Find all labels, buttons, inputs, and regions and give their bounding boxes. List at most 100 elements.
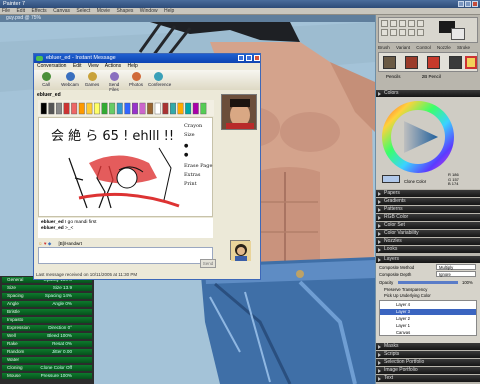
menu-shapes[interactable]: Shapes bbox=[116, 8, 133, 14]
minimize-icon[interactable] bbox=[458, 1, 464, 7]
current-color-swatch[interactable] bbox=[382, 175, 400, 183]
wink-icon[interactable]: ♥ bbox=[44, 241, 47, 246]
brush-control-row[interactable]: Expression Direction 0° bbox=[2, 325, 92, 331]
papers-palette-title[interactable]: Papers bbox=[376, 190, 480, 197]
brush-tool-icon[interactable] bbox=[381, 20, 388, 27]
contact-display-picture[interactable] bbox=[221, 94, 257, 130]
nudge-icon[interactable]: ◆ bbox=[48, 241, 51, 246]
crayon-swatch[interactable] bbox=[56, 102, 62, 115]
send-button[interactable]: Send bbox=[200, 259, 216, 268]
tab-nozzle[interactable]: Nozzle bbox=[437, 45, 451, 50]
brush-control-row[interactable]: Cloning Clone Color Off bbox=[2, 365, 92, 371]
crayon-swatch[interactable] bbox=[40, 102, 47, 115]
crayon-swatch[interactable] bbox=[169, 102, 176, 115]
preserve-transparency-checkbox[interactable]: Preserve Transparency bbox=[384, 287, 427, 292]
image-portfolio-palette-title[interactable]: Image Portfolio bbox=[376, 367, 480, 374]
hand-tool-icon[interactable] bbox=[408, 29, 415, 36]
pick-up-color-checkbox[interactable]: Pick Up Underlying Color bbox=[384, 293, 431, 298]
clone-color-checkbox[interactable]: Clone Color bbox=[404, 179, 426, 184]
print-button[interactable]: Print bbox=[184, 180, 214, 189]
menu-window[interactable]: Window bbox=[140, 8, 158, 14]
color-set-palette-title[interactable]: Color Set bbox=[376, 222, 480, 229]
menu-movie[interactable]: Movie bbox=[97, 8, 110, 14]
composite-depth-select[interactable]: Ignore bbox=[436, 271, 476, 277]
color-wheel[interactable] bbox=[376, 97, 480, 175]
brush-category-name[interactable]: Pencils bbox=[386, 74, 401, 79]
tab-stroke[interactable]: Stroke bbox=[457, 45, 470, 50]
im-maximize-icon[interactable] bbox=[246, 55, 252, 61]
photos-button[interactable]: Photos bbox=[126, 72, 146, 90]
im-menu-help[interactable]: Help bbox=[128, 63, 138, 69]
crayon-swatch[interactable] bbox=[48, 102, 55, 115]
zoom-tool-icon[interactable] bbox=[417, 29, 424, 36]
secondary-color-swatch[interactable] bbox=[451, 28, 465, 40]
tab-brush[interactable]: Brush bbox=[378, 45, 390, 50]
crayon-swatch[interactable] bbox=[154, 102, 161, 115]
im-menu-view[interactable]: View bbox=[88, 63, 99, 69]
brush-control-row[interactable]: Random Jitter 0.00 bbox=[2, 349, 92, 355]
brush-variant-name[interactable]: 2B Pencil bbox=[422, 74, 441, 79]
close-icon[interactable] bbox=[472, 1, 478, 7]
maximize-icon[interactable] bbox=[465, 1, 471, 7]
crayon-swatch[interactable] bbox=[185, 102, 192, 115]
crayon-swatch[interactable] bbox=[192, 102, 199, 115]
handwriting-canvas[interactable]: 会 絶 ら 65 ! ehlll !! Crayon Size ● ● Erase… bbox=[38, 117, 213, 217]
conference-button[interactable]: Conference bbox=[148, 72, 171, 90]
crayon-swatch[interactable] bbox=[139, 102, 146, 115]
crayon-color-row[interactable] bbox=[38, 100, 214, 116]
layer-row[interactable]: Layer 4 bbox=[380, 302, 476, 308]
brush-stroke-icon[interactable] bbox=[465, 56, 477, 69]
message-input[interactable] bbox=[38, 247, 213, 264]
im-menu-actions[interactable]: Actions bbox=[105, 63, 121, 69]
masks-palette-title[interactable]: Masks bbox=[376, 343, 480, 350]
brush-control-row[interactable]: Mouse Pressure 100% bbox=[2, 373, 92, 379]
im-menu-conversation[interactable]: Conversation bbox=[37, 63, 66, 69]
colors-palette-title[interactable]: Colors bbox=[376, 90, 480, 97]
crop-tool-icon[interactable] bbox=[408, 20, 415, 27]
shape-tool-icon[interactable] bbox=[399, 29, 406, 36]
send-files-button[interactable]: Send Files bbox=[104, 72, 124, 92]
rgb-color-palette-title[interactable]: RGB Color bbox=[376, 214, 480, 221]
layer-row[interactable]: Layer 1 bbox=[380, 323, 476, 329]
crayon-swatch[interactable] bbox=[71, 102, 78, 115]
layer-row[interactable]: Canvas bbox=[380, 330, 476, 336]
crayon-swatch[interactable] bbox=[94, 102, 100, 115]
brush-control-row[interactable]: Spacing Spacing 14% bbox=[2, 293, 92, 299]
brush-control-row[interactable]: Water bbox=[2, 357, 92, 363]
crayon-swatch[interactable] bbox=[200, 102, 207, 115]
crayon-swatch[interactable] bbox=[177, 102, 184, 115]
text-tool-icon[interactable] bbox=[390, 29, 397, 36]
opacity-slider[interactable] bbox=[398, 281, 458, 284]
lasso-tool-icon[interactable] bbox=[417, 20, 424, 27]
menu-effects[interactable]: Effects bbox=[31, 8, 46, 14]
menu-help[interactable]: Help bbox=[164, 8, 174, 14]
crayon-swatch[interactable] bbox=[116, 102, 123, 115]
scripts-palette-title[interactable]: Scripts bbox=[376, 351, 480, 358]
crayon-size-label[interactable]: Crayon Size bbox=[184, 122, 214, 140]
crayon-swatch[interactable] bbox=[131, 102, 138, 115]
menu-file[interactable]: File bbox=[2, 8, 10, 14]
brush-control-row[interactable]: Rake Resat 0% bbox=[2, 341, 92, 347]
tab-variant[interactable]: Variant bbox=[396, 45, 410, 50]
call-button[interactable]: Call bbox=[36, 72, 56, 90]
webcam-button[interactable]: Webcam bbox=[60, 72, 80, 90]
brush-variant-icon[interactable] bbox=[405, 56, 418, 69]
crayon-swatch[interactable] bbox=[162, 102, 169, 115]
nozzles-palette-title[interactable]: Nozzles bbox=[376, 238, 480, 245]
crayon-swatch[interactable] bbox=[101, 102, 108, 115]
instant-message-window[interactable]: ebluer_ed - Instant Message Conversation… bbox=[33, 53, 261, 280]
im-close-icon[interactable] bbox=[254, 55, 260, 61]
emoticon-icon[interactable]: ☺ bbox=[38, 241, 43, 246]
composite-method-select[interactable]: Multiply bbox=[436, 264, 476, 270]
select-tool-icon[interactable] bbox=[399, 20, 406, 27]
brush-control-row[interactable]: Impasto bbox=[2, 317, 92, 323]
size-dots[interactable]: ● ● bbox=[184, 142, 214, 160]
crayon-swatch[interactable] bbox=[63, 102, 70, 115]
brush-control-row[interactable]: Angle Angle 0% bbox=[2, 301, 92, 307]
games-button[interactable]: Games bbox=[82, 72, 102, 90]
menu-canvas[interactable]: Canvas bbox=[53, 8, 70, 14]
crayon-swatch[interactable] bbox=[86, 102, 93, 115]
crayon-swatch[interactable] bbox=[109, 102, 116, 115]
extras-button[interactable]: Extras bbox=[184, 171, 214, 180]
brush-category-icon[interactable] bbox=[383, 56, 396, 69]
